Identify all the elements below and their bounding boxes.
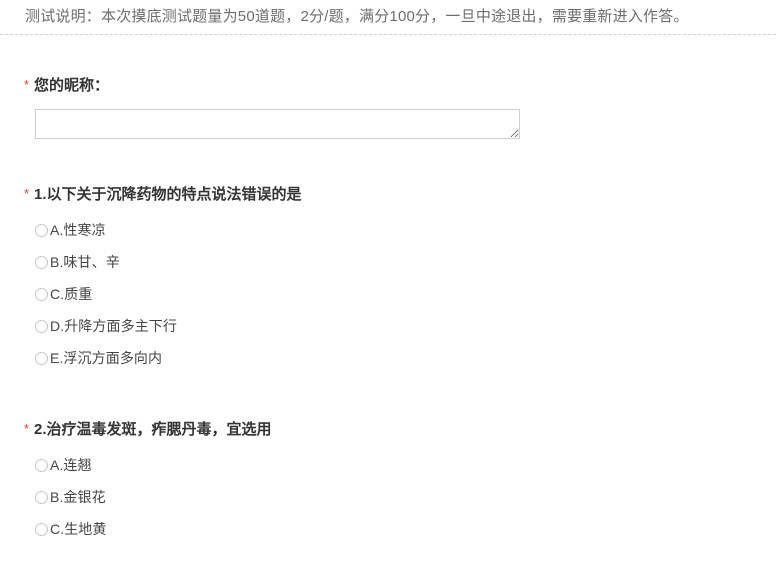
test-instructions-block: 测试说明：本次摸底测试题量为50道题，2分/题，满分100分，一旦中途退出，需要… [0, 0, 776, 34]
question-nickname-label: 您的昵称： [34, 77, 110, 94]
option-label: A.性寒凉 [50, 222, 106, 238]
question-nickname: * 您的昵称： [0, 75, 776, 139]
option-label: B.金银花 [50, 489, 106, 505]
test-instructions-text: 测试说明：本次摸底测试题量为50道题，2分/题，满分100分，一旦中途退出，需要… [25, 8, 689, 25]
option-label: C.生地黄 [50, 521, 107, 537]
nickname-input-wrap [25, 109, 751, 139]
radio-button-icon[interactable] [35, 319, 48, 333]
option-row[interactable]: C.质重 [35, 278, 751, 310]
radio-button-icon[interactable] [35, 287, 48, 301]
option-row[interactable]: C.生地黄 [35, 513, 751, 545]
option-label: D.升降方面多主下行 [50, 318, 177, 334]
survey-page: 测试说明：本次摸底测试题量为50道题，2分/题，满分100分，一旦中途退出，需要… [0, 0, 776, 561]
option-row[interactable]: D.升降方面多主下行 [35, 310, 751, 342]
radio-button-icon[interactable] [35, 351, 48, 365]
option-row[interactable]: E.浮沉方面多向内 [35, 342, 751, 374]
required-asterisk-icon: * [24, 421, 30, 436]
question-1-label: 1.以下关于沉降药物的特点说法错误的是 [34, 186, 302, 203]
option-label: C.质重 [50, 286, 93, 302]
option-label: A.连翘 [50, 457, 92, 473]
question-1: * 1.以下关于沉降药物的特点说法错误的是 A.性寒凉 B.味甘、辛 C.质重 … [0, 184, 776, 374]
option-row[interactable]: B.味甘、辛 [35, 246, 751, 278]
required-asterisk-icon: * [24, 186, 30, 201]
radio-button-icon[interactable] [35, 458, 48, 472]
option-row[interactable]: B.金银花 [35, 481, 751, 513]
question-2-title-row: * 2.治疗温毒发斑，痄腮丹毒，宜选用 [24, 419, 751, 441]
question-1-title-row: * 1.以下关于沉降药物的特点说法错误的是 [24, 184, 751, 206]
nickname-input[interactable] [35, 109, 520, 139]
question-nickname-title-row: * 您的昵称： [24, 75, 751, 97]
question-2-label: 2.治疗温毒发斑，痄腮丹毒，宜选用 [34, 421, 272, 438]
radio-button-icon[interactable] [35, 255, 48, 269]
section-divider [0, 34, 776, 35]
option-row[interactable]: A.连翘 [35, 449, 751, 481]
option-label: E.浮沉方面多向内 [50, 350, 163, 366]
option-label: B.味甘、辛 [50, 254, 120, 270]
required-asterisk-icon: * [24, 77, 30, 92]
question-1-options: A.性寒凉 B.味甘、辛 C.质重 D.升降方面多主下行 E.浮沉方面多向内 [25, 214, 751, 374]
question-2-options: A.连翘 B.金银花 C.生地黄 [25, 449, 751, 545]
question-2: * 2.治疗温毒发斑，痄腮丹毒，宜选用 A.连翘 B.金银花 C.生地黄 [0, 419, 776, 545]
option-row[interactable]: A.性寒凉 [35, 214, 751, 246]
radio-button-icon[interactable] [35, 490, 48, 504]
radio-button-icon[interactable] [35, 223, 48, 237]
radio-button-icon[interactable] [35, 522, 48, 536]
